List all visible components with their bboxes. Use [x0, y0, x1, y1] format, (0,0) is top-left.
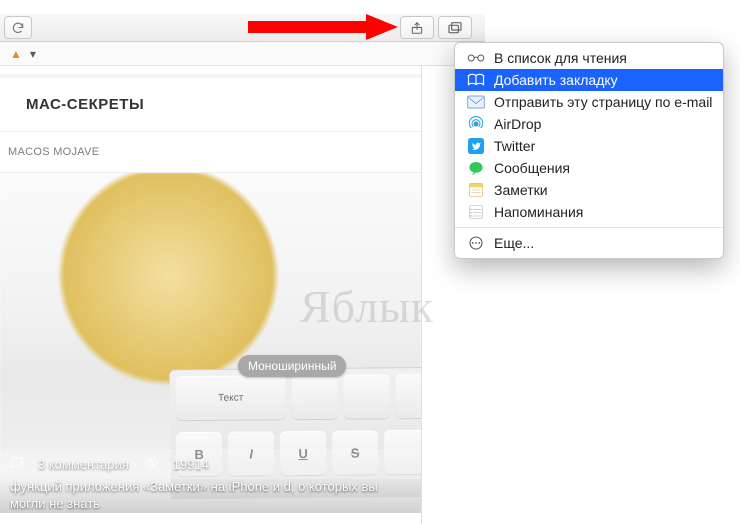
glasses-icon — [467, 50, 485, 66]
share-button[interactable] — [400, 16, 434, 39]
menu-item-label: AirDrop — [494, 116, 541, 132]
views-icon — [143, 456, 159, 473]
article-card[interactable]: Текст B I U S Моноширинный 3 ко — [0, 173, 421, 513]
twitter-icon — [467, 138, 485, 154]
menu-item-notes[interactable]: Заметки — [455, 179, 723, 201]
menu-item-email-page[interactable]: Отправить эту страницу по e-mail — [455, 91, 723, 113]
category-heading[interactable]: МАС-СЕКРЕТЫ — [0, 78, 421, 132]
menu-item-messages[interactable]: Сообщения — [455, 157, 723, 179]
reload-button[interactable] — [4, 16, 32, 39]
views-count: 19914 — [173, 457, 209, 472]
reload-icon — [11, 21, 25, 35]
menu-item-twitter[interactable]: Twitter — [455, 135, 723, 157]
tab-overview-button[interactable] — [438, 16, 472, 39]
divider — [0, 66, 421, 78]
menu-item-reading-list[interactable]: В список для чтения — [455, 47, 723, 69]
menu-item-label: Напоминания — [494, 204, 583, 220]
comments-count: 3 комментария — [38, 457, 129, 472]
menu-item-label: Еще... — [494, 235, 534, 251]
share-menu: В список для чтения Добавить закладку От… — [454, 42, 724, 259]
chevron-down-icon[interactable]: ▾ — [30, 47, 36, 61]
vlc-icon: ▲ — [10, 47, 22, 61]
menu-item-label: Twitter — [494, 138, 535, 154]
tabs-icon — [447, 21, 463, 35]
keyboard-key: Текст — [175, 375, 285, 420]
bookmarks-bar: ▲ ▾ — [0, 42, 485, 66]
menu-item-more[interactable]: Еще... — [455, 232, 723, 254]
keyboard-key — [343, 374, 389, 418]
article-title: функций приложения «Заметки» на iPhone и… — [0, 479, 421, 513]
toolbar — [0, 14, 485, 42]
ellipsis-icon — [467, 235, 485, 251]
subnav-item[interactable]: MACOS MOJAVE — [0, 132, 421, 173]
keyboard-key — [395, 374, 421, 418]
keyboard-pill: Моноширинный — [238, 355, 346, 377]
menu-item-reminders[interactable]: Напоминания — [455, 201, 723, 223]
notes-icon — [467, 182, 485, 198]
content-column: МАС-СЕКРЕТЫ MACOS MOJAVE Текст B I U S — [0, 66, 422, 524]
menu-item-label: В список для чтения — [494, 50, 627, 66]
mail-icon — [467, 94, 485, 110]
menu-item-airdrop[interactable]: AirDrop — [455, 113, 723, 135]
keyboard-key — [291, 375, 337, 419]
menu-item-label: Заметки — [494, 182, 548, 198]
menu-item-label: Сообщения — [494, 160, 570, 176]
menu-separator — [455, 227, 723, 228]
messages-icon — [467, 160, 485, 176]
menu-item-label: Отправить эту страницу по e-mail — [494, 94, 712, 110]
article-meta: 3 комментария 19914 — [0, 449, 421, 479]
airdrop-icon — [467, 116, 485, 132]
reminders-icon — [467, 204, 485, 220]
comments-icon — [10, 456, 24, 473]
menu-item-add-bookmark[interactable]: Добавить закладку — [455, 69, 723, 91]
menu-item-label: Добавить закладку — [494, 72, 618, 88]
book-icon — [467, 72, 485, 88]
share-icon — [410, 20, 424, 36]
